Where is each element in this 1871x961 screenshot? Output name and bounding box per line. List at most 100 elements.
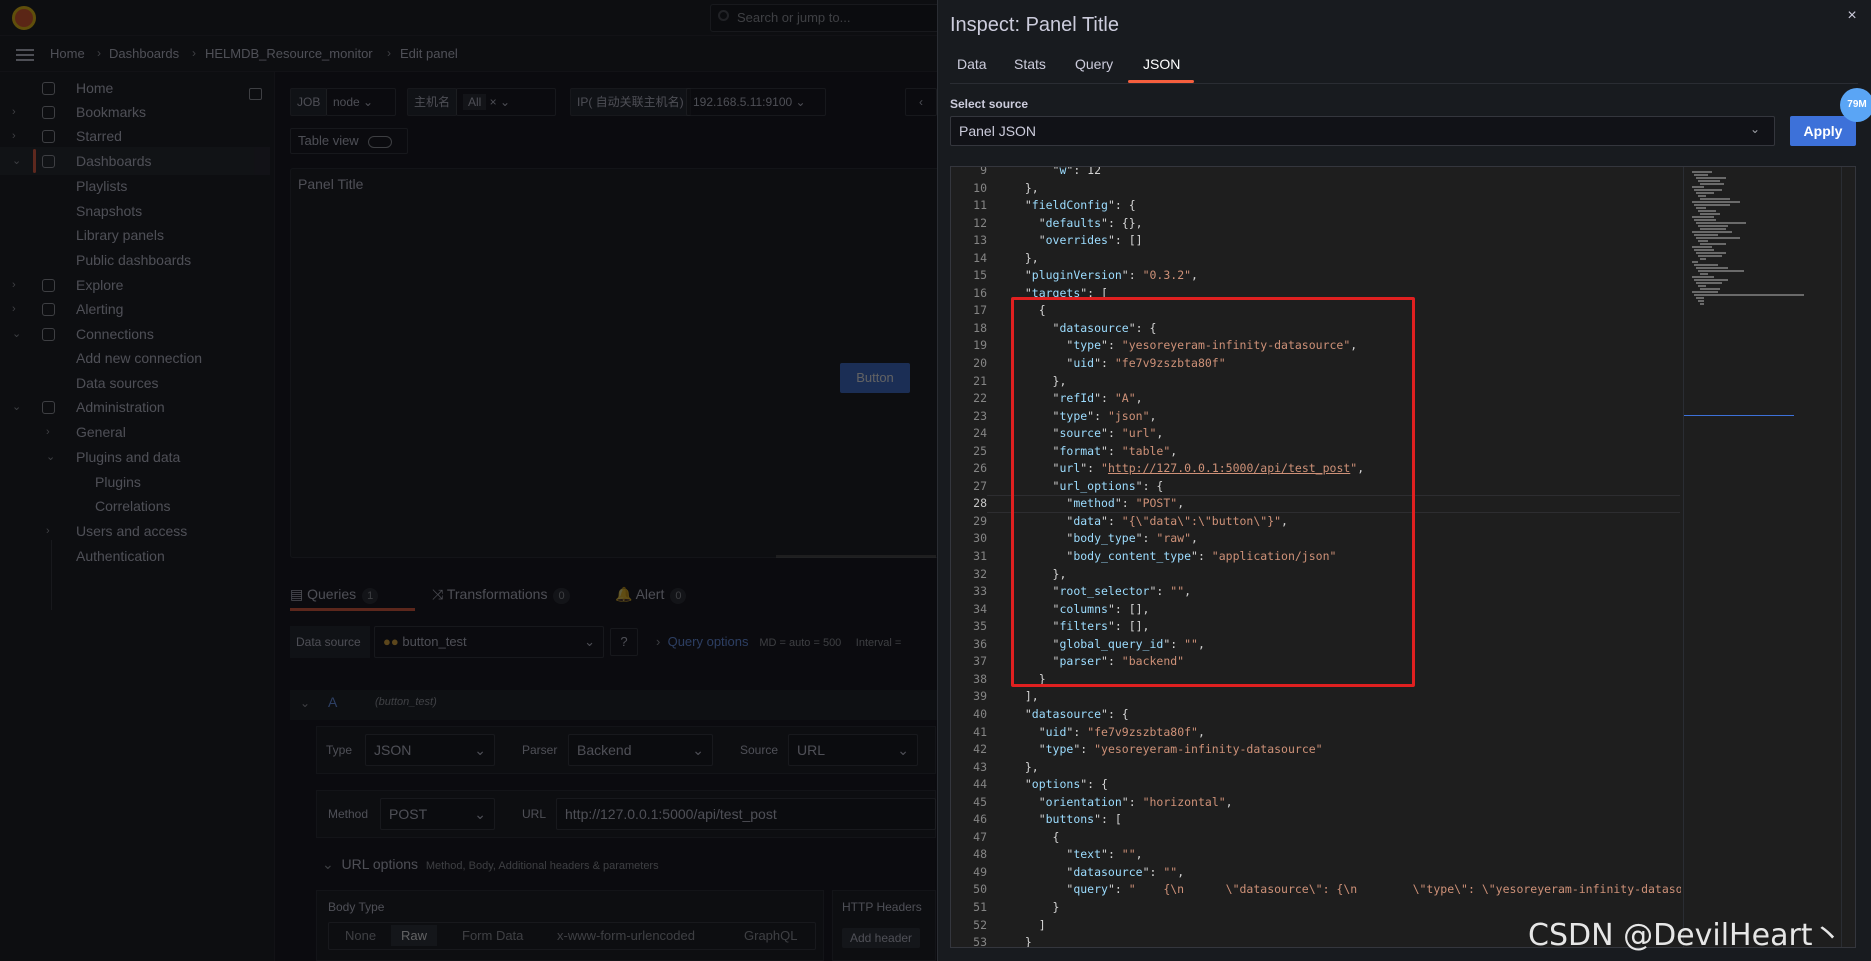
code-line[interactable]: "type": "yesoreyeram-infinity-datasource… [1011, 741, 1681, 759]
minimap-line [1696, 252, 1726, 254]
minimap-line [1698, 210, 1716, 212]
drawer-title: Inspect: Panel Title [950, 14, 1119, 36]
line-number: 52 [973, 917, 987, 932]
minimap-line [1694, 264, 1718, 266]
minimap-line [1700, 198, 1730, 200]
line-number: 17 [973, 303, 987, 318]
code-line[interactable]: "datasource": "", [1011, 864, 1681, 882]
line-number: 44 [973, 777, 987, 792]
line-number: 36 [973, 636, 987, 651]
minimap-line [1694, 204, 1730, 206]
code-line[interactable]: "query": " {\n \"datasource\": {\n \"typ… [1011, 881, 1681, 899]
code-line[interactable]: "orientation": "horizontal", [1011, 794, 1681, 812]
line-number: 53 [973, 935, 987, 948]
line-number: 25 [973, 443, 987, 458]
code-line[interactable]: "overrides": [] [1011, 232, 1681, 250]
code-line[interactable]: }, [1011, 759, 1681, 777]
minimap-line [1692, 246, 1712, 248]
line-number: 23 [973, 408, 987, 423]
code-line[interactable]: ], [1011, 688, 1681, 706]
highlight-annotation-box [1011, 297, 1415, 687]
memory-usage-badge: 79M [1840, 88, 1871, 122]
line-number: 47 [973, 829, 987, 844]
tab-data[interactable]: Data [957, 56, 987, 72]
code-line[interactable]: "pluginVersion": "0.3.2", [1011, 267, 1681, 285]
code-scrollbar[interactable] [1841, 167, 1855, 947]
tab-divider [950, 83, 1858, 84]
active-tab-indicator [1128, 80, 1194, 83]
line-number: 38 [973, 671, 987, 686]
minimap-line [1692, 231, 1732, 233]
line-number: 33 [973, 584, 987, 599]
minimap-line [1696, 207, 1706, 209]
tab-stats[interactable]: Stats [1014, 56, 1046, 72]
line-number: 30 [973, 531, 987, 546]
minimap-line [1698, 300, 1704, 302]
minimap-line [1700, 288, 1720, 290]
code-line[interactable]: "buttons": [ [1011, 811, 1681, 829]
minimap-line [1700, 303, 1704, 305]
line-number: 46 [973, 812, 987, 827]
code-line[interactable]: }, [1011, 180, 1681, 198]
minimap-line [1694, 294, 1804, 296]
code-line[interactable]: "defaults": {}, [1011, 215, 1681, 233]
select-source-dropdown[interactable]: Panel JSON [950, 116, 1775, 146]
code-line[interactable]: { [1011, 829, 1681, 847]
line-number: 48 [973, 847, 987, 862]
code-line[interactable]: "w": 12 [1011, 167, 1681, 180]
minimap-line [1700, 258, 1706, 260]
apply-button[interactable]: Apply [1790, 116, 1856, 146]
select-source-label: Select source [950, 97, 1029, 111]
code-minimap[interactable] [1683, 167, 1807, 947]
minimap-line [1700, 243, 1726, 245]
line-number: 51 [973, 899, 987, 914]
line-number: 19 [973, 338, 987, 353]
line-number: 13 [973, 233, 987, 248]
line-number: 45 [973, 794, 987, 809]
code-line[interactable]: "fieldConfig": { [1011, 197, 1681, 215]
code-line[interactable]: "text": "", [1011, 846, 1681, 864]
code-line[interactable]: "datasource": { [1011, 706, 1681, 724]
line-number: 27 [973, 478, 987, 493]
minimap-line [1700, 183, 1724, 185]
minimap-line [1698, 270, 1744, 272]
line-number: 22 [973, 391, 987, 406]
minimap-line [1698, 285, 1706, 287]
minimap-line [1692, 216, 1714, 218]
minimap-line [1692, 186, 1704, 188]
line-number: 9 [980, 166, 987, 177]
line-number: 34 [973, 601, 987, 616]
minimap-line [1696, 222, 1746, 224]
line-number: 20 [973, 356, 987, 371]
minimap-viewport[interactable] [1684, 415, 1794, 416]
line-number: 29 [973, 513, 987, 528]
minimap-line [1692, 291, 1718, 293]
minimap-line [1692, 201, 1740, 203]
code-line[interactable]: "options": { [1011, 776, 1681, 794]
minimap-line [1698, 240, 1708, 242]
line-number: 12 [973, 215, 987, 230]
code-line[interactable]: }, [1011, 250, 1681, 268]
minimap-line [1694, 234, 1718, 236]
minimap-line [1696, 282, 1722, 284]
code-line[interactable]: "uid": "fe7v9zszbta80f", [1011, 724, 1681, 742]
minimap-line [1698, 225, 1728, 227]
tab-query[interactable]: Query [1075, 56, 1113, 72]
minimap-line [1698, 180, 1720, 182]
minimap-line [1694, 279, 1728, 281]
tab-json[interactable]: JSON [1143, 56, 1180, 72]
line-number: 15 [973, 268, 987, 283]
line-number: 50 [973, 882, 987, 897]
line-number: 49 [973, 864, 987, 879]
line-number: 11 [973, 198, 987, 213]
minimap-line [1694, 219, 1716, 221]
line-number: 10 [973, 180, 987, 195]
close-icon[interactable]: × [1842, 6, 1862, 26]
minimap-line [1700, 228, 1726, 230]
minimap-line [1696, 237, 1740, 239]
line-number: 40 [973, 706, 987, 721]
minimap-line [1692, 261, 1698, 263]
minimap-line [1694, 174, 1708, 176]
watermark: CSDN @DevilHeart丶 [1528, 918, 1843, 953]
line-number: 41 [973, 724, 987, 739]
